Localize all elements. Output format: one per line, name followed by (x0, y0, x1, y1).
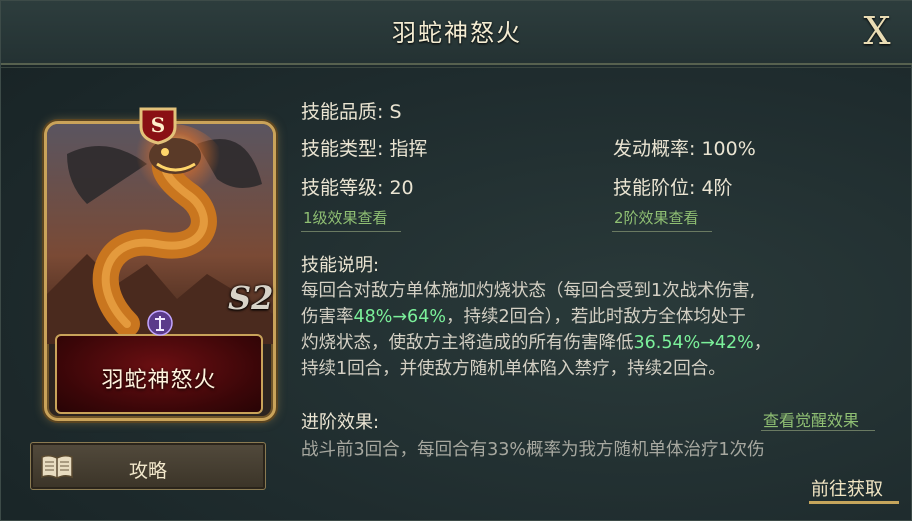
activation-chance: 发动概率: 100% (613, 138, 756, 160)
card-name-plate: 羽蛇神怒火 (55, 334, 263, 414)
go-obtain-button[interactable]: 前往获取 (811, 475, 883, 501)
awakening-link-underline (761, 430, 875, 431)
skill-tier: 技能阶位: 4阶 (613, 177, 733, 199)
level1-effect-link[interactable]: 1级效果查看 (303, 207, 388, 228)
close-icon[interactable]: X (857, 9, 897, 53)
card-name: 羽蛇神怒火 (101, 368, 217, 393)
description-line: 灼烧状态，使敌方主将造成的所有伤害降低36.54%→42%， (301, 330, 891, 356)
description-line: 持续1回合，并使敌方随机单体陷入禁疗，持续2回合。 (301, 359, 726, 379)
skill-description: 每回合对敌方单体施加灼烧状态（每回合受到1次战术伤害, 伤害率48%→64%，持… (301, 278, 891, 382)
description-text: 灼烧状态，使敌方主将造成的所有伤害降低 (301, 333, 634, 353)
skill-type: 技能类型: 指挥 (301, 138, 428, 160)
command-class-icon (147, 310, 173, 336)
tier2-link-underline (612, 231, 712, 232)
level1-link-underline (301, 231, 401, 232)
description-text: ， (753, 333, 772, 353)
skill-card: 羽蛇神怒火 S S2 (38, 101, 278, 421)
card-frame: 羽蛇神怒火 (44, 121, 276, 421)
description-text: ，持续2回合），若此时敌方全体均处于 (445, 307, 746, 327)
description-heading: 技能说明: (301, 255, 380, 276)
level-badge: S2 (228, 279, 274, 317)
description-line: 伤害率48%→64%，持续2回合），若此时敌方全体均处于 (301, 304, 891, 330)
tier2-effect-link[interactable]: 2阶效果查看 (614, 207, 699, 228)
dialog-header: 羽蛇神怒火 X (1, 1, 912, 68)
awakening-effect-link[interactable]: 查看觉醒效果 (763, 407, 859, 431)
damage-reduction-value: 36.54%→42% (633, 333, 754, 353)
grade-badge-text: S (151, 113, 165, 137)
guide-button[interactable]: 攻略 (30, 442, 266, 490)
description-line: 每回合对敌方单体施加灼烧状态（每回合受到1次战术伤害, (301, 281, 756, 301)
advanced-effect-heading: 进阶效果: (301, 412, 380, 433)
skill-level: 技能等级: 20 (301, 177, 414, 199)
skill-detail-dialog: 羽蛇神怒火 X 羽蛇神怒火 S S2 攻略 技能品质: S 技能类型: 指挥 发… (0, 0, 912, 521)
dialog-title: 羽蛇神怒火 (392, 19, 522, 47)
guide-button-label: 攻略 (128, 460, 167, 482)
advanced-effect-text: 战斗前3回合，每回合有33%概率为我方随机单体治疗1次伤 (301, 440, 765, 460)
go-obtain-underline (809, 501, 899, 504)
description-text: 伤害率 (301, 307, 354, 327)
damage-rate-value: 48%→64% (353, 307, 446, 327)
grade-s-badge: S (139, 107, 177, 145)
skill-quality: 技能品质: S (301, 101, 402, 123)
